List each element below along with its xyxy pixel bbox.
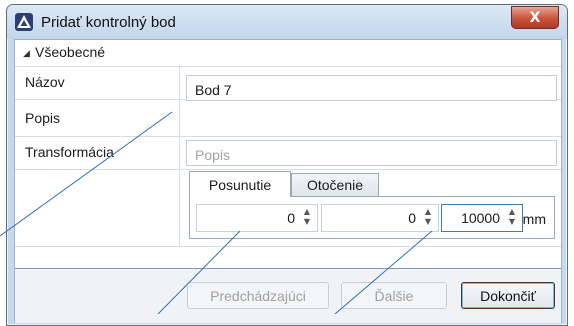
dialog-window: Pridať kontrolný bod X ◢ Všeobecné Názov…	[6, 4, 568, 326]
previous-button[interactable]: Predchádzajúci	[187, 282, 329, 309]
transformation-label: Transformácia	[25, 144, 114, 160]
spin-arrows-icon[interactable]: ▲ ▼	[302, 207, 312, 229]
row-divider	[15, 246, 561, 247]
next-button[interactable]: Ďalšie	[341, 282, 447, 309]
section-header[interactable]: ◢ Všeobecné	[15, 40, 561, 67]
spin-down-icon[interactable]: ▼	[507, 217, 517, 227]
close-button[interactable]: X	[511, 6, 559, 29]
x-offset-spinner[interactable]: 0 ▲ ▼	[196, 204, 318, 232]
tab-translation[interactable]: Posunutie	[189, 171, 291, 197]
spin-down-icon[interactable]: ▼	[423, 217, 433, 227]
dialog-content: ◢ Všeobecné Názov Bod 7 Popis Popis Tran…	[14, 39, 562, 323]
row-divider	[15, 136, 561, 137]
close-icon: X	[529, 9, 541, 26]
spin-up-icon[interactable]: ▲	[423, 207, 433, 217]
window-title: Pridať kontrolný bod	[41, 14, 176, 31]
y-offset-value: 0	[408, 210, 416, 226]
spin-up-icon[interactable]: ▲	[507, 207, 517, 217]
spin-up-icon[interactable]: ▲	[302, 207, 312, 217]
name-label: Názov	[25, 74, 65, 90]
spin-arrows-icon[interactable]: ▲ ▼	[507, 207, 517, 229]
x-offset-value: 0	[287, 210, 295, 226]
z-offset-value: 10000	[461, 210, 500, 226]
name-input[interactable]: Bod 7	[186, 75, 557, 101]
spin-arrows-icon[interactable]: ▲ ▼	[423, 207, 433, 229]
grid-divider	[179, 67, 180, 246]
spin-down-icon[interactable]: ▼	[302, 217, 312, 227]
z-offset-spinner[interactable]: 10000 ▲ ▼	[441, 204, 523, 232]
section-title: Všeobecné	[35, 44, 106, 60]
transformation-tabs: Posunutie Otočenie 0 ▲ ▼ 0 ▲ ▼ 10000 ▲ ▼…	[185, 171, 557, 239]
translation-panel: 0 ▲ ▼ 0 ▲ ▼ 10000 ▲ ▼ mm	[189, 196, 555, 239]
app-logo-icon	[15, 13, 33, 31]
description-label: Popis	[25, 110, 61, 126]
title-bar[interactable]: Pridať kontrolný bod X	[7, 5, 567, 39]
y-offset-spinner[interactable]: 0 ▲ ▼	[321, 204, 439, 232]
tab-rotation[interactable]: Otočenie	[291, 173, 379, 197]
button-bar: Predchádzajúci Ďalšie Dokončiť	[15, 268, 561, 323]
description-input[interactable]: Popis	[186, 140, 557, 166]
row-divider	[15, 169, 561, 170]
unit-label: mm	[522, 211, 546, 227]
collapse-icon[interactable]: ◢	[23, 48, 30, 59]
finish-button[interactable]: Dokončiť	[461, 282, 555, 309]
